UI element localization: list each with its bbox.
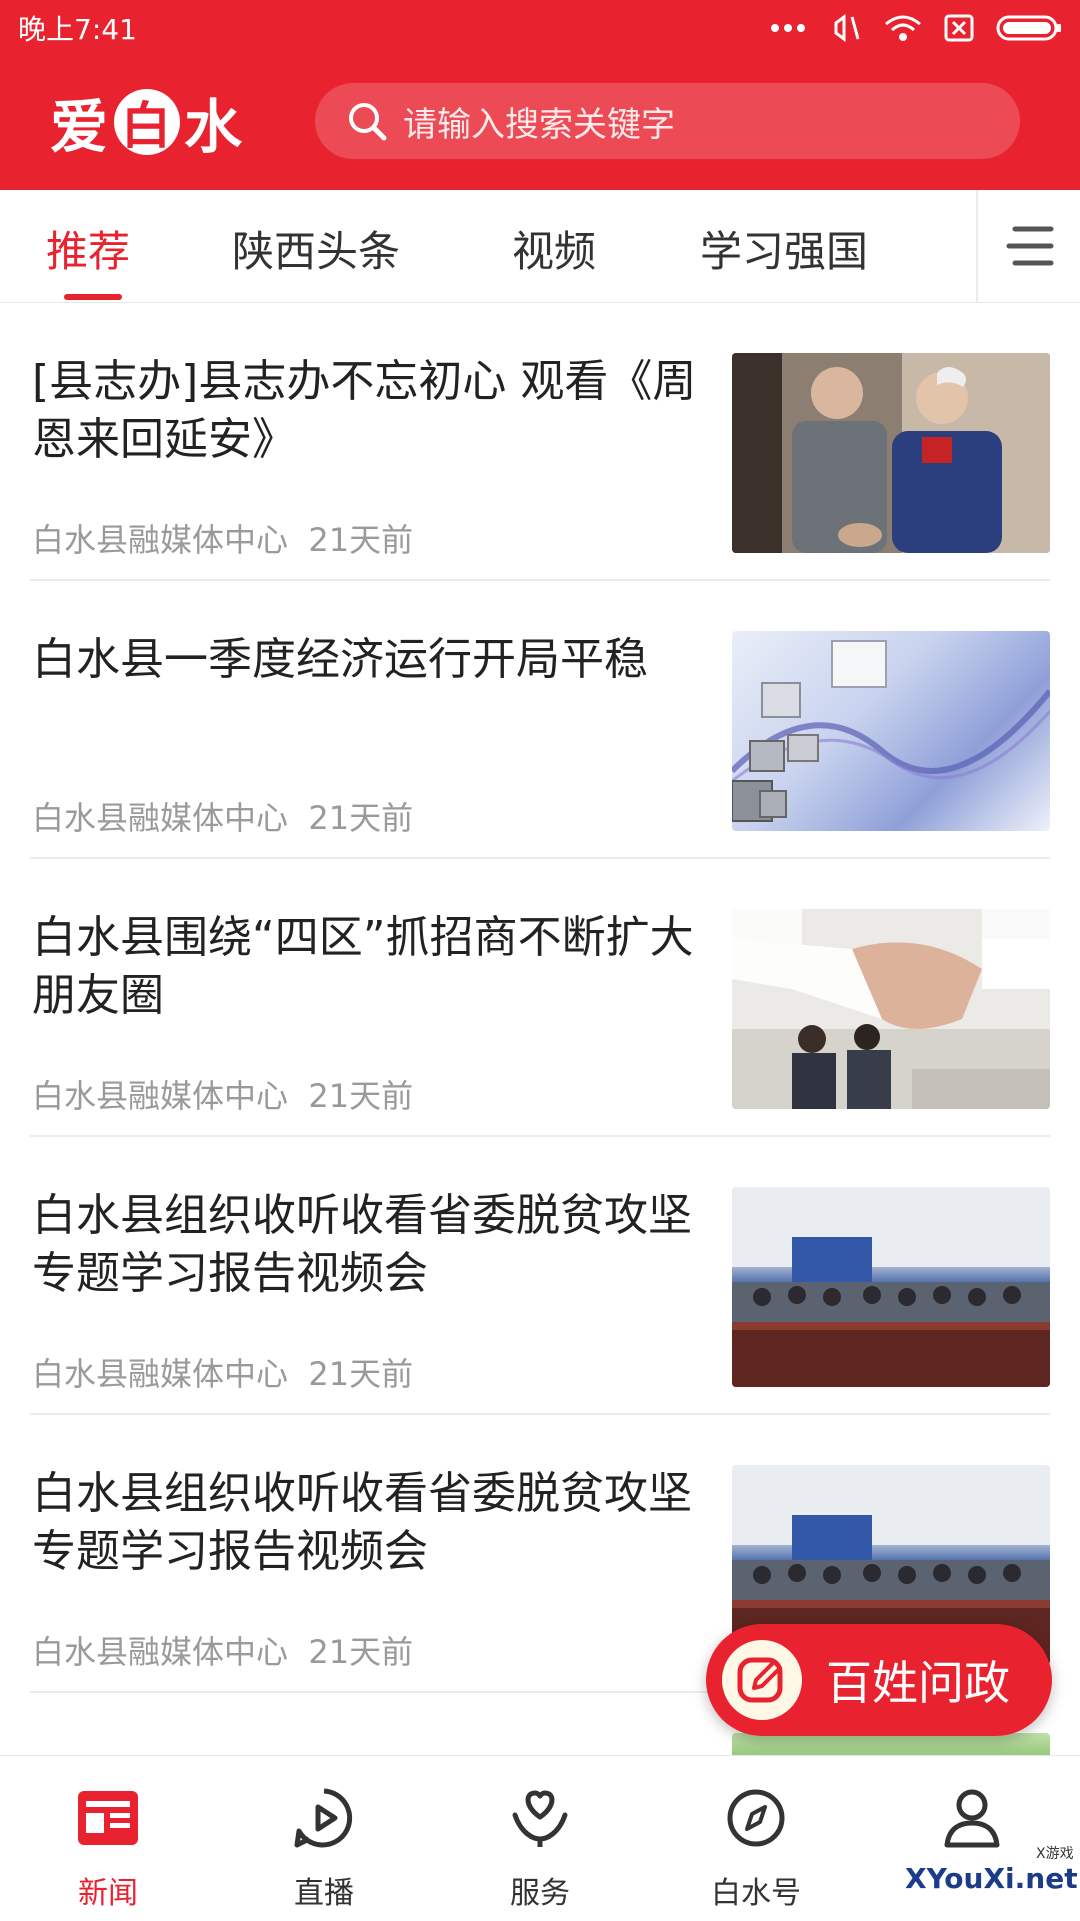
news-thumbnail: [732, 1187, 1050, 1387]
no-sim-icon: [944, 14, 974, 42]
user-icon: [940, 1786, 1004, 1850]
play-icon: [292, 1786, 356, 1850]
search-placeholder: 请输入搜索关键字: [403, 104, 675, 145]
news-item[interactable]: 白水县一季度经济运行开局平稳 白水县融媒体中心 21天前: [30, 581, 1050, 859]
news-title: 白水县组织收听收看省委脱贫攻坚专题学习报告视频会: [32, 1190, 692, 1299]
nav-label: 服务: [510, 1876, 570, 1911]
news-source: 白水县融媒体中心: [32, 1077, 289, 1115]
active-tab-indicator: [64, 294, 122, 300]
tab-recommend[interactable]: 推荐: [46, 218, 130, 279]
news-title: 白水县组织收听收看省委脱贫攻坚专题学习报告视频会: [32, 1468, 692, 1577]
news-item[interactable]: 白水县组织收听收看省委脱贫攻坚专题学习报告视频会 白水县融媒体中心 21天前: [30, 1137, 1050, 1415]
nav-item-service[interactable]: 服务: [432, 1756, 648, 1921]
nav-item-news[interactable]: 新闻: [0, 1756, 216, 1921]
edit-icon: [722, 1640, 802, 1720]
nav-label: 白水号: [711, 1876, 801, 1911]
news-source: 白水县融媒体中心: [32, 1355, 289, 1393]
battery-icon: [996, 15, 1061, 41]
public-inquiry-button[interactable]: 百姓问政: [706, 1624, 1052, 1736]
news-thumbnail: [732, 353, 1050, 553]
service-icon: [508, 1786, 572, 1850]
menu-icon: [1006, 226, 1054, 266]
watermark: XYouXi.net: [905, 1862, 1078, 1895]
logo-text-left: 爱: [50, 93, 111, 161]
news-thumbnail: [732, 631, 1050, 831]
news-meta: 白水县融媒体中心 21天前: [32, 1349, 413, 1395]
fab-label: 百姓问政: [826, 1656, 1010, 1710]
news-list: [县志办]县志办不忘初心 观看《周恩来回延安》 白水县融媒体中心 21天前 白水…: [0, 303, 1080, 1773]
mute-icon: [834, 14, 860, 42]
tab-study[interactable]: 学习强国: [700, 218, 868, 279]
app-header: 爱 白 水 请输入搜索关键字: [0, 56, 1080, 190]
news-thumbnail: [732, 909, 1050, 1109]
news-title: 白水县一季度经济运行开局平稳: [32, 634, 648, 685]
news-time: 21天前: [308, 799, 414, 837]
news-time: 21天前: [308, 1355, 414, 1393]
news-time: 21天前: [308, 521, 414, 559]
news-item[interactable]: 白水县围绕“四区”抓招商不断扩大朋友圈 白水县融媒体中心 21天前: [30, 859, 1050, 1137]
search-icon: [349, 103, 387, 141]
news-source: 白水县融媒体中心: [32, 521, 289, 559]
news-time: 21天前: [308, 1633, 414, 1671]
bottom-navigation: 新闻 直播 服务 白水号: [0, 1755, 1080, 1921]
news-source: 白水县融媒体中心: [32, 799, 289, 837]
app-logo[interactable]: 爱 白 水: [50, 82, 244, 162]
news-meta: 白水县融媒体中心 21天前: [32, 1627, 413, 1673]
news-source: 白水县融媒体中心: [32, 1633, 289, 1671]
category-tabs: 推荐 陕西头条 视频 学习强国: [0, 190, 1080, 303]
tab-shaanxi-headlines[interactable]: 陕西头条: [232, 218, 400, 279]
more-dots-icon: [771, 24, 805, 32]
news-meta: 白水县融媒体中心 21天前: [32, 515, 413, 561]
tab-menu-button[interactable]: [976, 190, 1080, 302]
wifi-icon: [885, 15, 921, 41]
status-bar: 晚上7:41: [0, 0, 1080, 56]
logo-text-right: 水: [184, 93, 245, 161]
news-title: [县志办]县志办不忘初心 观看《周恩来回延安》: [32, 356, 697, 465]
news-icon: [76, 1786, 140, 1850]
compass-icon: [724, 1786, 788, 1850]
news-title: 白水县围绕“四区”抓招商不断扩大朋友圈: [32, 912, 694, 1021]
nav-item-me[interactable]: 我的: [864, 1756, 1080, 1921]
nav-label: 直播: [294, 1876, 354, 1911]
nav-item-baishui-account[interactable]: 白水号: [648, 1756, 864, 1921]
logo-text-circle: 白: [114, 89, 181, 155]
tab-video[interactable]: 视频: [512, 218, 596, 279]
news-time: 21天前: [308, 1077, 414, 1115]
search-input[interactable]: 请输入搜索关键字: [315, 83, 1020, 159]
nav-label: 新闻: [78, 1876, 138, 1911]
status-time: 晚上7:41: [18, 13, 137, 46]
news-meta: 白水县融媒体中心 21天前: [32, 793, 413, 839]
news-meta: 白水县融媒体中心 21天前: [32, 1071, 413, 1117]
news-item[interactable]: [县志办]县志办不忘初心 观看《周恩来回延安》 白水县融媒体中心 21天前: [30, 303, 1050, 581]
nav-item-live[interactable]: 直播: [216, 1756, 432, 1921]
watermark-small: X游戏: [1036, 1846, 1074, 1862]
status-icons: [770, 13, 1062, 43]
